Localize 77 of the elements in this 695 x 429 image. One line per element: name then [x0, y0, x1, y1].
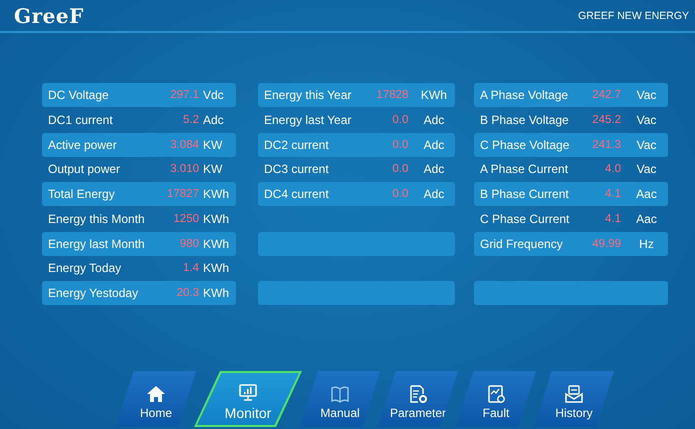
row-value: 0.0: [391, 138, 410, 150]
row-label: Active power: [48, 138, 118, 152]
nav-tab[interactable]: Fault: [456, 371, 536, 427]
row-unit: Aac: [635, 212, 658, 226]
row-value: 0.0: [391, 114, 410, 126]
row-label: B Phase Current: [480, 187, 570, 201]
row-label: Energy this Year: [264, 88, 352, 102]
row-label: C Phase Current: [480, 212, 570, 226]
row-unit: KWh: [202, 261, 230, 276]
row-label: DC Voltage: [48, 88, 110, 102]
nav-tab[interactable]: Parameter: [378, 371, 458, 427]
row-label: Total Energy: [48, 187, 116, 201]
row-value: 245.2: [591, 114, 622, 126]
row-label: Grid Frequency: [480, 236, 564, 250]
row-value: 5.2: [182, 114, 200, 126]
row-unit: Vac: [636, 88, 658, 102]
row-unit: KWh: [202, 212, 230, 226]
nav-tab[interactable]: History: [534, 371, 614, 427]
row-label: C Phase Voltage: [480, 138, 570, 152]
row-value: 0.0: [391, 188, 410, 200]
row-label: Energy this Month: [48, 212, 146, 226]
row-unit: KWh: [202, 286, 230, 300]
row-label: DC2 current: [264, 138, 330, 152]
row-label: Output power: [48, 162, 122, 176]
home-icon: [146, 384, 166, 404]
document-gear-icon: [408, 384, 428, 404]
row-unit: Hz: [638, 236, 655, 250]
row-label: B Phase Voltage: [480, 112, 570, 127]
row-unit: Adc: [422, 112, 446, 127]
inbox-icon: [564, 384, 584, 404]
row-label: Energy last Year: [264, 112, 352, 127]
row-unit: Aac: [635, 187, 658, 201]
row-value: 4.1: [604, 188, 622, 200]
row-label: DC3 current: [264, 162, 330, 176]
row-unit: KW: [202, 162, 224, 176]
row-value: 1.4: [182, 262, 200, 274]
row-unit: KWh: [202, 187, 230, 201]
row-unit: Adc: [422, 187, 446, 201]
row-unit: Adc: [202, 112, 225, 127]
row-unit: Vac: [636, 112, 658, 127]
row-label: A Phase Voltage: [480, 88, 570, 102]
row-value: 980: [178, 238, 200, 250]
row-label: A Phase Current: [480, 162, 570, 176]
nav-tab[interactable]: Home: [116, 371, 196, 427]
row-label: Energy Today: [48, 261, 122, 276]
row-value: 0.0: [391, 163, 410, 176]
row-value: 3.084: [169, 138, 200, 150]
nav-tab[interactable]: Manual: [300, 371, 380, 427]
row-unit: Adc: [422, 162, 446, 176]
row-value: 4.0: [604, 163, 622, 176]
monitor-icon: [238, 383, 258, 403]
row-value: 3.010: [169, 163, 200, 176]
row-unit: Vac: [636, 162, 658, 176]
row-value: 20.3: [176, 287, 200, 299]
row-unit: Adc: [422, 138, 446, 152]
row-unit: KW: [202, 138, 224, 152]
row-value: 49.99: [591, 238, 622, 250]
app-title: GREEF NEW ENERGY: [578, 10, 689, 22]
row-label: DC4 current: [264, 187, 330, 201]
row-unit: Vac: [636, 138, 658, 152]
row-value: 4.1: [604, 212, 622, 225]
row-value: 242.7: [591, 89, 622, 101]
row-label: Energy Yestoday: [48, 286, 140, 300]
row-unit: Vdc: [202, 88, 225, 102]
row-label: DC1 current: [48, 112, 114, 127]
row-value: 1250: [172, 212, 200, 225]
chart-document-icon: [486, 384, 506, 404]
nav-tab[interactable]: Monitor: [194, 371, 302, 427]
row-value: 17828: [375, 89, 410, 101]
logo: GreeF: [14, 4, 84, 28]
row-unit: KWh: [420, 88, 448, 102]
row-label: Energy last Month: [48, 236, 146, 250]
row-unit: KWh: [202, 236, 230, 250]
row-value: 241.3: [591, 138, 622, 150]
row-value: 297.1: [169, 89, 200, 101]
row-value: 17827: [166, 188, 200, 200]
book-icon: [330, 384, 350, 404]
